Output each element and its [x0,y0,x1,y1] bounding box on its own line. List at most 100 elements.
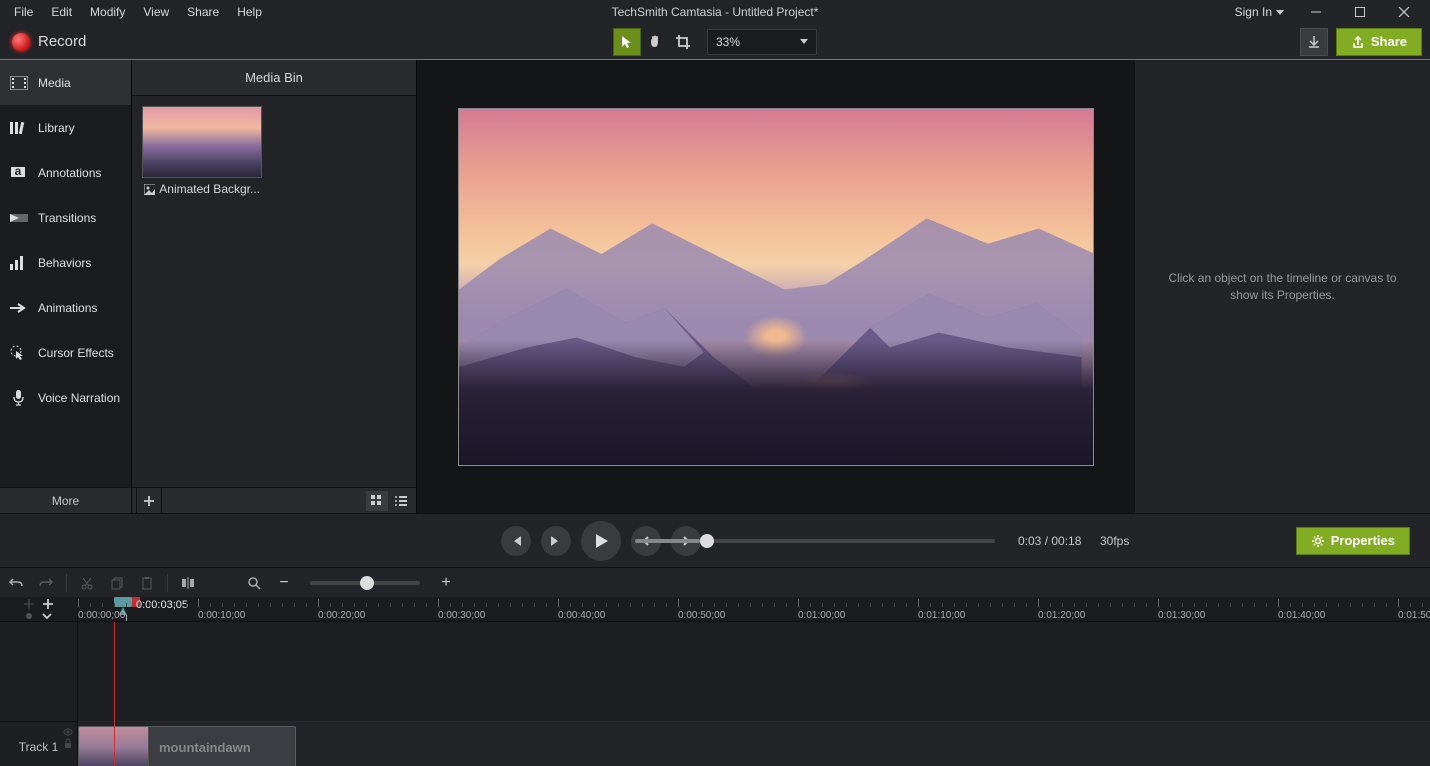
microphone-icon [10,389,28,407]
toolbar: Record 33% Share [0,24,1430,60]
export-button[interactable] [1300,28,1328,56]
share-icon [1351,35,1365,49]
collapse-tracks-button[interactable] [40,611,54,621]
ruler-tick: 0:00:50;00 [678,610,725,621]
window-close[interactable] [1384,0,1424,24]
sidebar-item-label: Transitions [38,211,96,225]
copy-button[interactable] [105,571,129,595]
crop-mode-button[interactable] [669,28,697,56]
canvas-zoom-select[interactable]: 33% [707,29,817,55]
media-thumbnail [142,106,262,178]
window-maximize[interactable] [1340,0,1380,24]
pan-mode-button[interactable] [641,28,669,56]
sidebar-item-media[interactable]: Media [0,60,131,105]
menu-edit[interactable]: Edit [43,1,80,23]
split-button[interactable] [176,571,200,595]
add-media-button[interactable] [136,488,162,514]
menu-view[interactable]: View [135,1,177,23]
sidebar-item-transitions[interactable]: Transitions [0,195,131,240]
canvas-preview-area[interactable] [417,60,1135,513]
library-icon [10,119,28,137]
playback-time: 0:03 / 00:18 [1018,534,1081,548]
copy-icon [110,576,124,590]
signin-button[interactable]: Sign In [1227,1,1292,23]
undo-icon [8,576,24,590]
tool-sidebar: Media Library a Annotations Transitions … [0,60,132,513]
window-title: TechSmith Camtasia - Untitled Project* [612,5,819,19]
sidebar-item-animations[interactable]: Animations [0,285,131,330]
menu-help[interactable]: Help [229,1,270,23]
add-track-button[interactable] [41,597,55,611]
media-item-label: Animated Backgr... [159,182,260,196]
hand-icon [647,34,663,50]
record-icon [12,33,30,51]
ruler-tick: 0:01:30;00 [1158,610,1205,621]
step-forward-icon [549,534,563,548]
media-icon [10,74,28,92]
ruler-tick: 0:00:30;00 [438,610,485,621]
annotations-icon: a [10,164,28,182]
sidebar-item-voice-narration[interactable]: Voice Narration [0,375,131,420]
timeline-zoom-slider[interactable] [310,581,420,585]
properties-button[interactable]: Properties [1296,527,1410,555]
canvas[interactable] [458,108,1094,466]
menu-share[interactable]: Share [179,1,227,23]
list-view-button[interactable] [390,491,412,511]
marker-toggle-button[interactable] [24,611,34,621]
share-button[interactable]: Share [1336,28,1422,56]
chevron-down-icon [800,39,808,44]
menu-file[interactable]: File [6,1,41,23]
timeline-ruler[interactable]: 0:00:03;05 0:00:00;000:00:10;000:00:20;0… [78,597,1430,621]
playback-seek-slider[interactable] [635,539,995,543]
cursor-icon [619,34,635,50]
media-bin-item[interactable]: Animated Backgr... [142,106,262,200]
media-bin-title: Media Bin [132,60,416,96]
transitions-icon [10,209,28,227]
sidebar-item-annotations[interactable]: a Annotations [0,150,131,195]
zoom-fit-button[interactable] [242,571,266,595]
sidebar-item-behaviors[interactable]: Behaviors [0,240,131,285]
paste-button[interactable] [135,571,159,595]
eye-icon[interactable] [63,728,73,736]
ruler-tick: 0:00:20;00 [318,610,365,621]
cursor-effects-icon [10,344,28,362]
menubar: File Edit Modify View Share Help TechSmi… [0,0,1430,24]
tracks-canvas[interactable]: mountaindawn [78,622,1430,766]
redo-button[interactable] [34,571,58,595]
undo-button[interactable] [4,571,28,595]
sidebar-item-cursor-effects[interactable]: Cursor Effects [0,330,131,375]
svg-text:a: a [15,166,22,178]
window-minimize[interactable] [1296,0,1336,24]
edit-mode-button[interactable] [613,28,641,56]
sidebar-item-label: Cursor Effects [38,346,114,360]
zoom-in-timeline-button[interactable]: + [434,571,458,595]
prev-frame-button[interactable] [501,526,531,556]
grid-view-button[interactable] [366,491,388,511]
sidebar-item-label: Behaviors [38,256,91,270]
play-button[interactable] [581,521,621,561]
lock-icon[interactable] [63,738,73,748]
play-icon [592,532,610,550]
sidebar-item-label: Voice Narration [38,391,120,405]
sidebar-item-label: Annotations [38,166,101,180]
zoom-out-timeline-button[interactable]: − [272,571,296,595]
plus-icon [41,597,55,611]
add-marker-button[interactable] [23,598,35,610]
sidebar-item-label: Animations [38,301,97,315]
sidebar-more-button[interactable]: More [0,487,131,513]
grid-icon [370,494,384,508]
redo-icon [38,576,54,590]
menu-modify[interactable]: Modify [82,1,133,23]
timeline-clip[interactable]: mountaindawn [78,726,296,766]
ruler-tick: 0:00:10;00 [198,610,245,621]
record-button[interactable]: Record [8,29,98,55]
ruler-tick: 0:01:20;00 [1038,610,1085,621]
next-frame-button[interactable] [541,526,571,556]
cut-button[interactable] [75,571,99,595]
track-row[interactable]: mountaindawn [78,722,1430,766]
sidebar-item-library[interactable]: Library [0,105,131,150]
paste-icon [140,576,154,590]
track-header[interactable]: Track 1 [0,722,77,766]
ruler-tick: 0:01:00;00 [798,610,845,621]
playback-fps: 30fps [1100,534,1129,548]
